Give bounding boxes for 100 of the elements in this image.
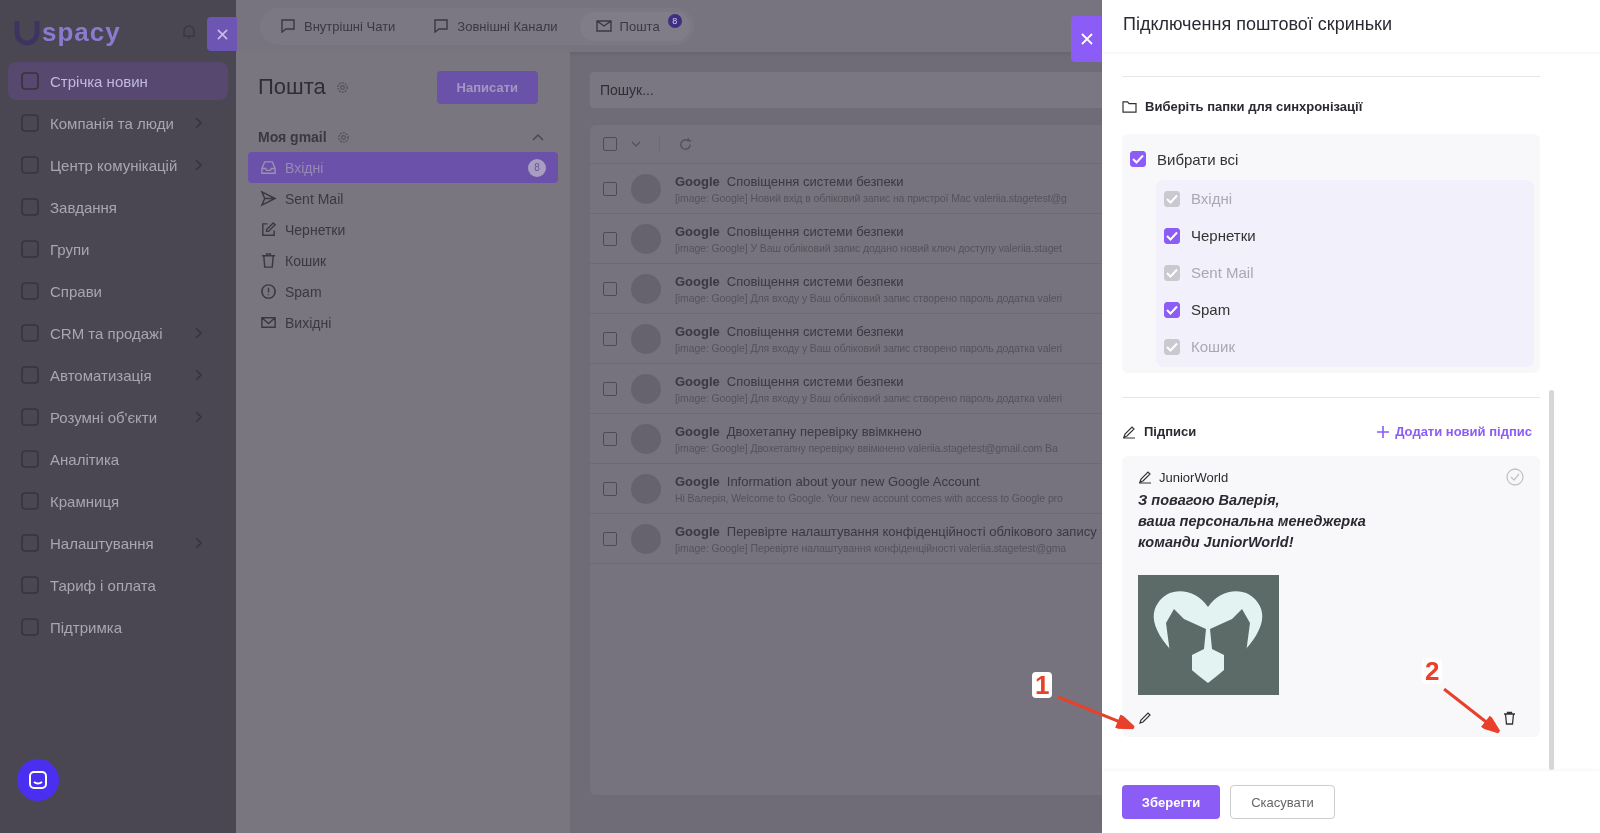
search-field[interactable]: Пошук... bbox=[590, 72, 1102, 108]
checkbox[interactable] bbox=[1164, 227, 1180, 244]
signature-text: команди JuniorWorld! bbox=[1138, 533, 1295, 552]
nav-item[interactable]: Розумні об'єкти bbox=[8, 398, 228, 436]
message-subject: Перевірте налаштування конфіденційності облікового запису bbox=[726, 523, 1097, 539]
close-button[interactable] bbox=[1071, 16, 1103, 62]
nav-item[interactable]: CRM та продажі bbox=[8, 314, 228, 352]
checkbox[interactable] bbox=[603, 381, 617, 396]
nav-item[interactable]: Автоматизація bbox=[8, 356, 228, 394]
folder-item[interactable]: Sent Mail bbox=[248, 183, 558, 214]
folder-item[interactable]: Кошик bbox=[248, 245, 558, 276]
sender-name: Google bbox=[675, 323, 720, 339]
message-subject: Information about your new Google Account bbox=[726, 473, 980, 489]
checkbox[interactable] bbox=[603, 331, 617, 346]
logo-text: spacy bbox=[42, 16, 121, 48]
checkbox-label: Кошик bbox=[1191, 338, 1236, 355]
sender-name: Google bbox=[675, 523, 720, 539]
trash-icon bbox=[260, 252, 277, 269]
checkbox[interactable] bbox=[603, 281, 617, 296]
edit-icon bbox=[260, 221, 277, 238]
checkbox-label: Вхідні bbox=[1191, 190, 1233, 207]
tab[interactable]: Внутрішні Чати bbox=[264, 11, 412, 41]
folder-icon bbox=[1122, 100, 1137, 113]
close-icon bbox=[216, 28, 228, 40]
cancel-button[interactable]: Скасувати bbox=[1230, 785, 1335, 819]
message-subject: Сповіщення системи безпеки bbox=[726, 223, 904, 239]
checkbox[interactable] bbox=[603, 431, 617, 446]
drawer-title: Підключення поштової скриньки bbox=[1102, 0, 1600, 52]
message-subject: Сповіщення системи безпеки bbox=[726, 323, 904, 339]
check-circle-icon[interactable] bbox=[1506, 468, 1524, 486]
sender-name: Google bbox=[675, 473, 720, 489]
refresh-icon[interactable] bbox=[678, 136, 693, 152]
nav-item[interactable]: Аналітика bbox=[8, 440, 228, 478]
nav-item[interactable]: Завдання bbox=[8, 188, 228, 226]
message-subject: Сповіщення системи безпеки bbox=[726, 273, 904, 289]
nav-item[interactable]: Центр комунікацій bbox=[8, 146, 228, 184]
checkbox[interactable] bbox=[603, 531, 617, 546]
settings-icon[interactable] bbox=[336, 130, 350, 144]
folder-item[interactable]: Чернетки bbox=[248, 214, 558, 245]
signature-text: З повагою Валерія, bbox=[1138, 491, 1281, 510]
account-name: Моя gmail bbox=[258, 129, 327, 145]
chevron-up-icon[interactable] bbox=[532, 133, 544, 141]
pen-icon bbox=[1122, 424, 1136, 439]
send-icon bbox=[260, 190, 277, 207]
tab[interactable]: Пошта 8 bbox=[579, 11, 690, 41]
checkbox[interactable] bbox=[603, 481, 617, 496]
envelope-icon bbox=[260, 314, 277, 331]
checkbox[interactable] bbox=[1130, 151, 1146, 167]
nav-item[interactable]: Групи bbox=[8, 230, 228, 268]
nav-item[interactable]: Стрічка новин bbox=[8, 62, 228, 100]
square-icon bbox=[20, 71, 40, 91]
sender-name: Google bbox=[675, 173, 720, 189]
checkbox[interactable] bbox=[603, 181, 617, 196]
checkbox[interactable] bbox=[603, 231, 617, 246]
checkbox[interactable] bbox=[603, 137, 617, 151]
pen-icon bbox=[1138, 470, 1152, 484]
checkbox-label: Чернетки bbox=[1191, 227, 1256, 244]
nav-item[interactable]: Компанія та люди bbox=[8, 104, 228, 142]
save-button[interactable]: Зберегти bbox=[1122, 785, 1220, 819]
annotation-number: 2 bbox=[1422, 658, 1443, 684]
chat-icon bbox=[28, 770, 48, 790]
checkbox-label: Spam bbox=[1191, 301, 1231, 318]
tab[interactable]: Зовнішні Канали bbox=[417, 11, 574, 41]
nav-item[interactable]: Тариф і оплата bbox=[8, 566, 228, 604]
sender-name: Google bbox=[675, 373, 720, 389]
scrollbar[interactable] bbox=[1549, 390, 1554, 770]
add-signature-link[interactable]: Додати новий підпис bbox=[1377, 424, 1532, 439]
signature-text: ваша персональна менеджерка bbox=[1138, 512, 1367, 531]
nav-item[interactable]: Налаштування bbox=[8, 524, 228, 562]
sender-name: Google bbox=[675, 423, 720, 439]
folder-item[interactable]: Вхідні 8 bbox=[248, 152, 558, 183]
trash-icon[interactable] bbox=[1503, 711, 1516, 725]
nav-item[interactable]: Справи bbox=[8, 272, 228, 310]
nav-item[interactable]: Підтримка bbox=[8, 608, 228, 646]
compose-button[interactable]: Написати bbox=[436, 70, 538, 104]
inbox-tray-icon bbox=[260, 159, 277, 176]
checkbox-label: Sent Mail bbox=[1191, 264, 1254, 281]
nav-item[interactable]: Крамниця bbox=[8, 482, 228, 520]
pencil-icon[interactable] bbox=[1138, 711, 1152, 725]
section-title: Виберіть папки для синхронізації bbox=[1145, 99, 1363, 114]
checkbox-label: Вибрати всі bbox=[1157, 150, 1239, 168]
page-title: Пошта bbox=[258, 74, 326, 100]
plus-icon bbox=[1377, 425, 1390, 438]
chat-button[interactable] bbox=[17, 759, 59, 801]
folder-item[interactable]: Вихідні bbox=[248, 307, 558, 338]
folder-item[interactable]: Spam bbox=[248, 276, 558, 307]
count-badge: 8 bbox=[528, 158, 546, 177]
message-subject: Сповіщення системи безпеки bbox=[726, 373, 904, 389]
sender-name: Google bbox=[675, 223, 720, 239]
message-subject: Сповіщення системи безпеки bbox=[726, 173, 904, 189]
envelope-icon bbox=[595, 19, 612, 33]
section-title: Підписи bbox=[1144, 424, 1197, 439]
checkbox[interactable] bbox=[1164, 301, 1180, 318]
message-subject: Двохетапну перевірку ввімкнено bbox=[726, 423, 922, 439]
signature-name: JuniorWorld bbox=[1159, 469, 1229, 485]
chat-bubble-icon bbox=[280, 19, 296, 33]
chevron-down-icon[interactable] bbox=[631, 141, 641, 147]
sender-name: Google bbox=[675, 273, 720, 289]
settings-icon[interactable] bbox=[335, 80, 349, 94]
close-button[interactable] bbox=[207, 17, 237, 51]
